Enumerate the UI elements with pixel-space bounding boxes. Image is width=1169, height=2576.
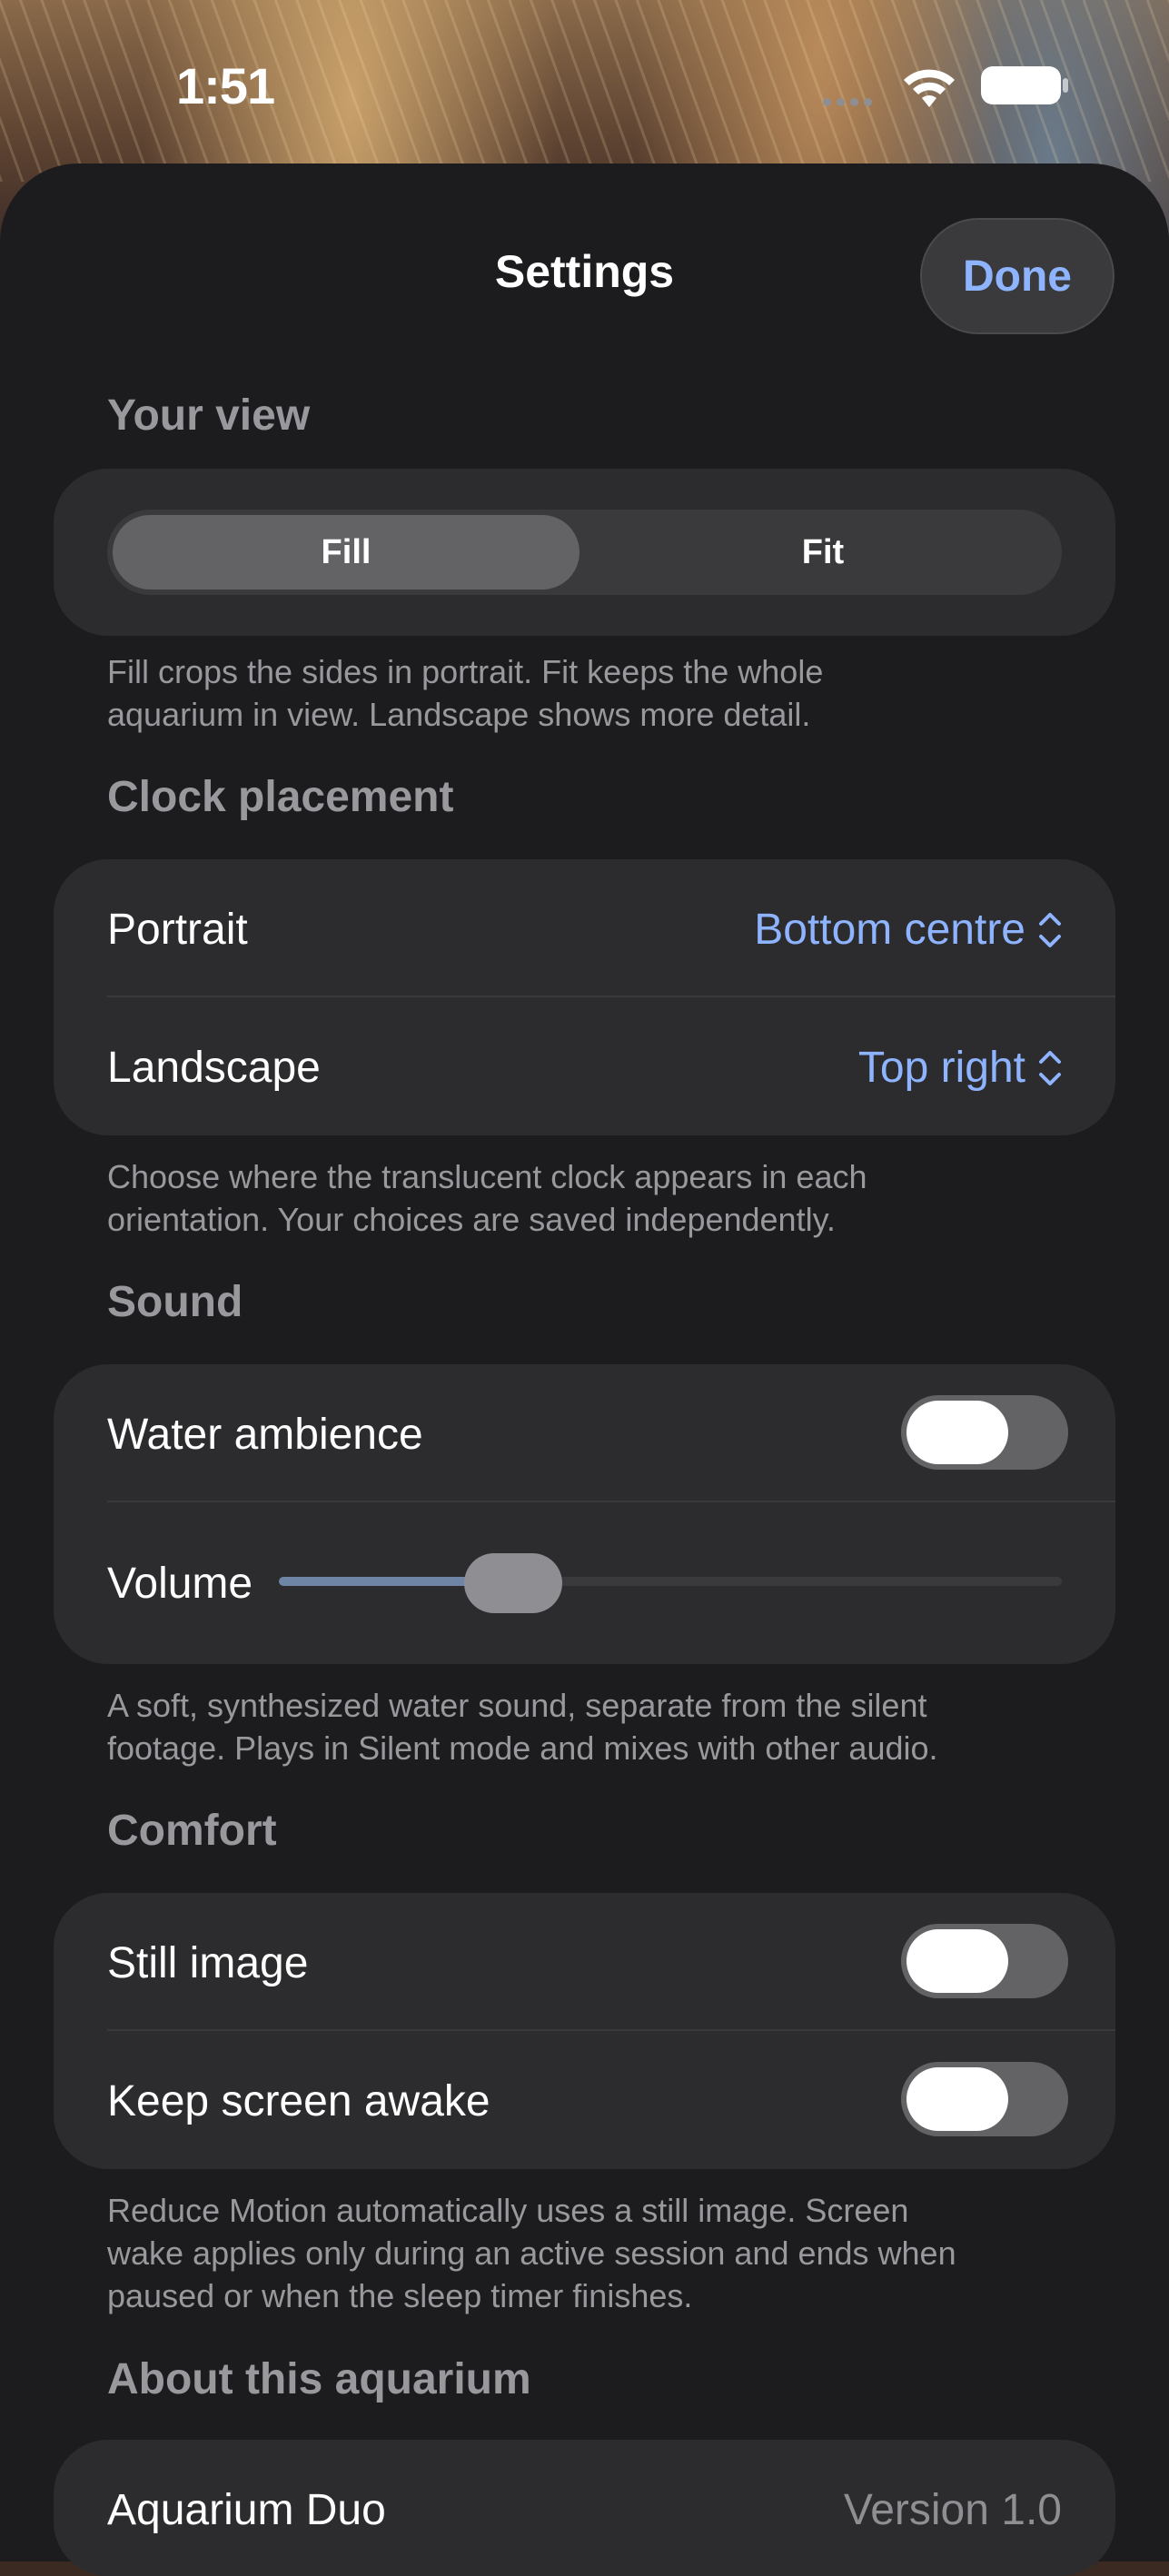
done-button[interactable]: Done <box>920 218 1115 334</box>
battery-icon <box>981 66 1068 104</box>
sound-footnote: A soft, synthesized water sound, separat… <box>107 1687 938 1767</box>
view-mode-segmented-control: Fill Fit <box>107 510 1062 595</box>
comfort-footnote: Reduce Motion automatically uses a still… <box>107 2192 956 2314</box>
still-image-toggle[interactable] <box>901 1924 1068 1998</box>
clock-placement-footnote: Choose where the translucent clock appea… <box>107 1158 867 1238</box>
segment-fit[interactable]: Fit <box>589 515 1056 590</box>
section-header-comfort: Comfort <box>107 1807 277 1855</box>
section-header-your-view: Your view <box>107 391 311 440</box>
about-card: Aquarium Duo Version 1.0 <box>54 2440 1115 2576</box>
wifi-icon <box>904 69 955 107</box>
version-value: Version 1.0 <box>843 2486 1062 2534</box>
volume-row: Volume <box>54 1502 1115 1664</box>
clock-landscape-label: Landscape <box>107 1044 321 1092</box>
chevron-up-down-icon <box>1039 912 1061 947</box>
volume-slider-thumb[interactable] <box>463 1553 562 1613</box>
clock-landscape-row[interactable]: Landscape Top right <box>54 997 1115 1135</box>
keep-awake-row: Keep screen awake <box>54 2031 1115 2169</box>
section-header-clock-placement: Clock placement <box>107 773 454 821</box>
section-header-sound: Sound <box>107 1278 243 1326</box>
clock-landscape-picker[interactable]: Top right <box>858 1043 1062 1093</box>
still-image-row: Still image <box>54 1893 1115 2029</box>
your-view-footnote: Fill crops the sides in portrait. Fit ke… <box>107 653 824 733</box>
volume-label: Volume <box>107 1560 253 1608</box>
settings-sheet: Settings Done Your view Fill Fit Fill cr… <box>0 163 1169 2576</box>
water-ambience-toggle[interactable] <box>901 1395 1068 1470</box>
cellular-signal-icon <box>823 94 883 107</box>
clock-portrait-label: Portrait <box>107 906 248 954</box>
segment-fill[interactable]: Fill <box>113 515 580 590</box>
clock-portrait-picker[interactable]: Bottom centre <box>754 905 1062 955</box>
status-bar: 1:51 <box>0 0 1169 163</box>
comfort-card: Still image Keep screen awake <box>54 1893 1115 2169</box>
clock-placement-card: Portrait Bottom centre Landscape Top rig… <box>54 859 1115 1135</box>
section-header-about: About this aquarium <box>107 2355 531 2403</box>
status-time: 1:51 <box>176 57 275 114</box>
water-ambience-label: Water ambience <box>107 1411 423 1459</box>
volume-slider[interactable] <box>279 1553 1062 1613</box>
view-mode-card: Fill Fit <box>54 469 1115 636</box>
about-row: Aquarium Duo Version 1.0 <box>54 2440 1115 2576</box>
clock-portrait-row[interactable]: Portrait Bottom centre <box>54 859 1115 996</box>
sound-card: Water ambience Volume <box>54 1364 1115 1664</box>
keep-awake-toggle[interactable] <box>901 2062 1068 2136</box>
keep-awake-label: Keep screen awake <box>107 2077 490 2125</box>
water-ambience-row: Water ambience <box>54 1364 1115 1501</box>
app-name: Aquarium Duo <box>107 2486 386 2534</box>
chevron-up-down-icon <box>1039 1050 1061 1085</box>
still-image-label: Still image <box>107 1939 309 1987</box>
